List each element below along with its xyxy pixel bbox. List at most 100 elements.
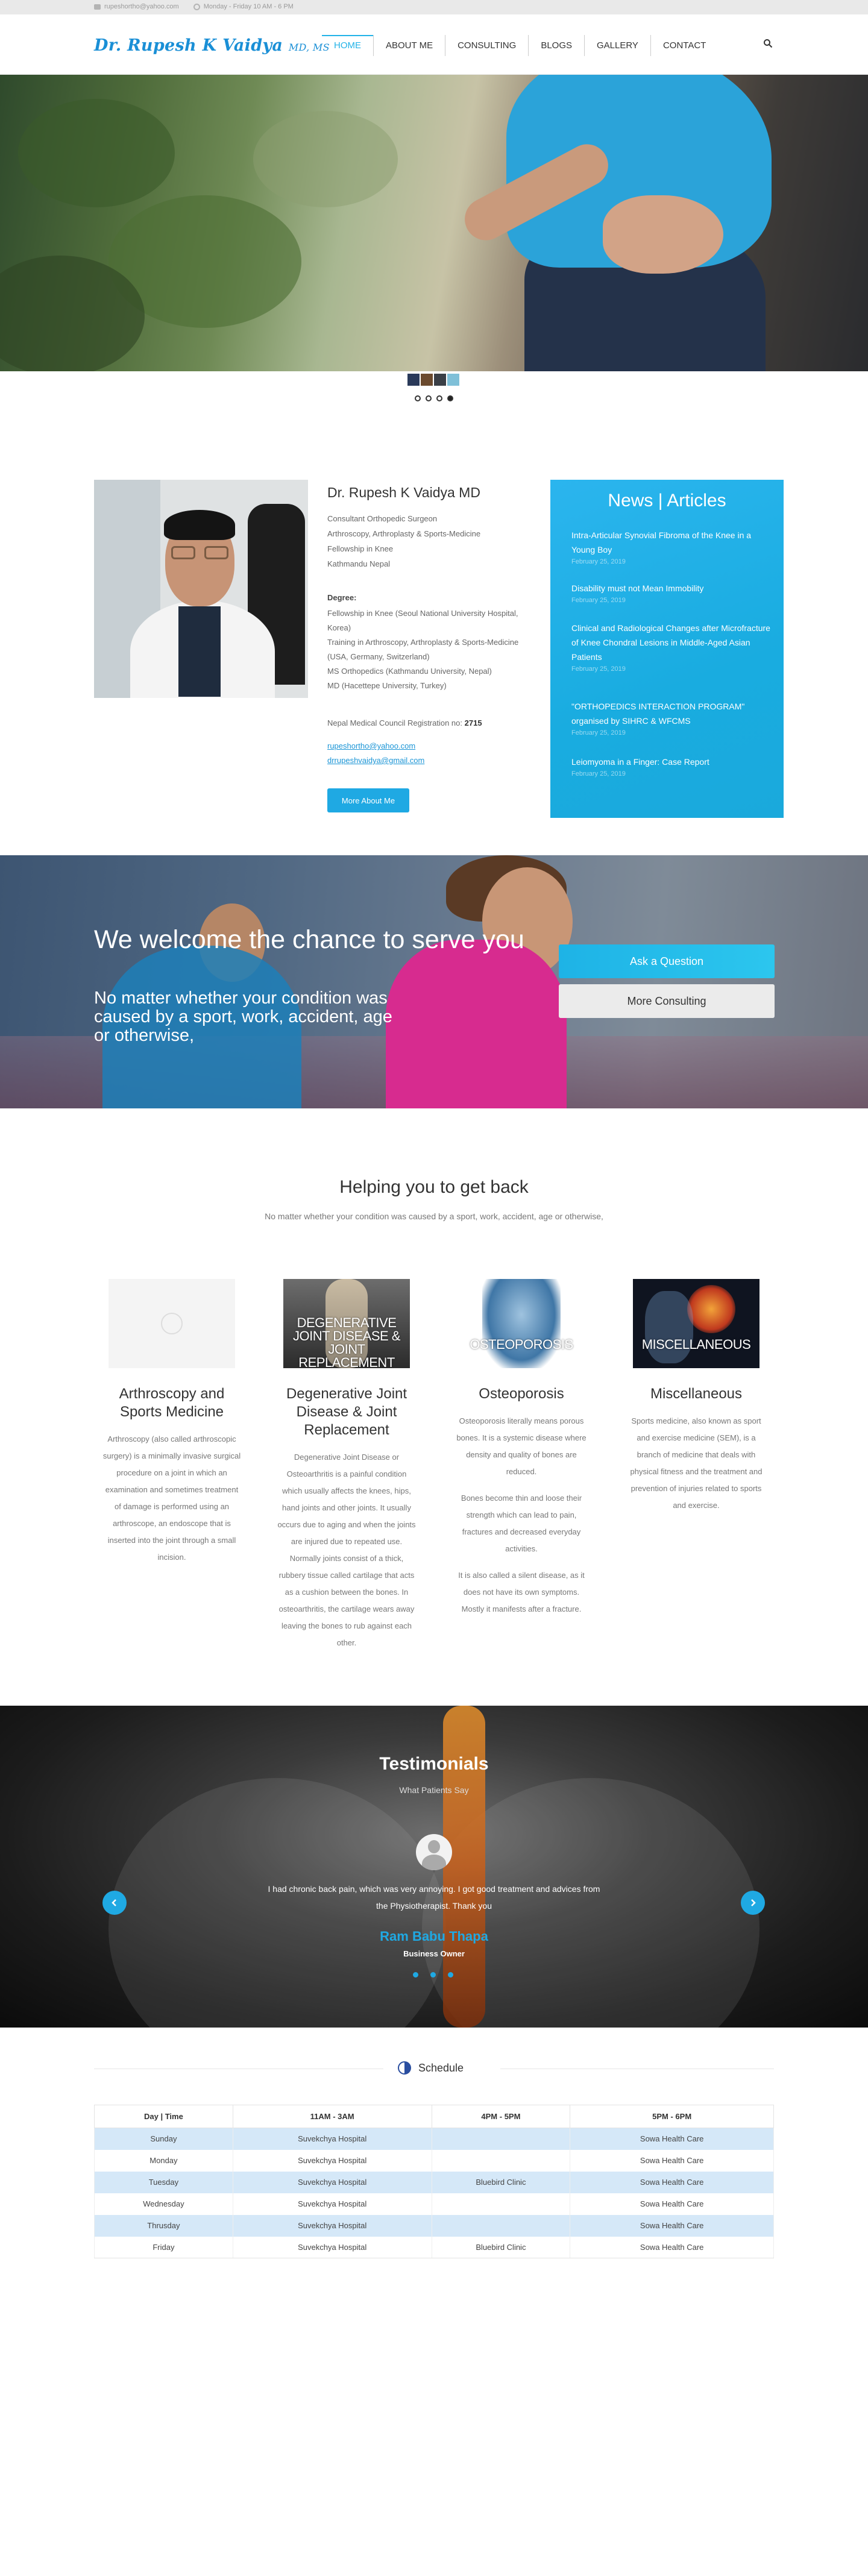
table-cell: Friday (94, 2236, 233, 2258)
news-item-title[interactable]: Leiomyoma in a Finger: Case Report (571, 755, 770, 769)
table-row: Wednesday Suvekchya Hospital Sowa Health… (94, 2193, 774, 2215)
doctor-photo (94, 480, 308, 698)
table-cell: Suvekchya Hospital (232, 2128, 432, 2150)
table-cell: Sunday (94, 2128, 233, 2150)
clock-icon (193, 3, 200, 10)
table-cell: Sowa Health Care (570, 2193, 774, 2215)
slide-thumb-4[interactable] (447, 374, 459, 386)
slide-thumb-2[interactable] (421, 374, 433, 386)
ask-question-button[interactable]: Ask a Question (559, 944, 775, 978)
service-image-caption: MISCELLANEOUS (641, 1337, 751, 1352)
table-cell: Suvekchya Hospital (232, 2236, 432, 2258)
doctor-titles: Consultant Orthopedic Surgeon Arthroscop… (327, 511, 480, 571)
email-link-2[interactable]: drrupeshvaidya@gmail.com (327, 756, 424, 765)
news-item-date: February 25, 2019 (571, 665, 626, 673)
table-cell: Bluebird Clinic (431, 2236, 571, 2258)
service-title: Miscellaneous (650, 1386, 743, 1402)
slider-dots (415, 395, 453, 401)
news-item[interactable]: Disability must not Mean Immobility Febr… (571, 581, 770, 604)
testimonials-section: Testimonials What Patients Say I had chr… (0, 1706, 868, 2028)
prev-testimonial-button[interactable] (102, 1891, 127, 1915)
nav-consulting[interactable]: CONSULTING (445, 34, 528, 56)
degree-line: Training in Arthroscopy, Arthroplasty & … (327, 638, 519, 661)
table-cell (431, 2149, 571, 2172)
table-row: Thrusday Suvekchya Hospital Sowa Health … (94, 2214, 774, 2237)
doctor-title-line: Fellowship in Knee (327, 544, 394, 553)
slider-dot-3[interactable] (436, 395, 442, 401)
service-title: Degenerative Joint Disease & Joint Repla… (286, 1386, 407, 1438)
registration-value: 2715 (464, 718, 482, 727)
news-item[interactable]: Intra-Articular Synovial Fibroma of the … (571, 528, 770, 565)
chevron-left-icon (112, 1899, 116, 1906)
news-item-title[interactable]: Disability must not Mean Immobility (571, 581, 770, 595)
table-cell: Monday (94, 2149, 233, 2172)
slider-dot-2[interactable] (426, 395, 432, 401)
helping-title: Helping you to get back (339, 1177, 529, 1197)
welcome-heading: We welcome the chance to serve you (94, 925, 524, 954)
slide-thumb-1[interactable] (407, 374, 420, 386)
main-nav: HOME ABOUT ME CONSULTING BLOGS GALLERY C… (322, 33, 718, 58)
service-description: Osteoporosis literally means porous bone… (456, 1416, 587, 1476)
table-cell: Sowa Health Care (570, 2128, 774, 2150)
news-title: News | Articles (608, 491, 726, 510)
slider-dot-4[interactable] (447, 395, 453, 401)
testimonial-dot-2[interactable] (430, 1972, 436, 1978)
news-item[interactable]: Leiomyoma in a Finger: Case Report Febru… (571, 755, 770, 778)
news-item[interactable]: "ORTHOPEDICS INTERACTION PROGRAM" organi… (571, 699, 770, 737)
top-bar: rupeshortho@yahoo.com Monday - Friday 10… (0, 0, 868, 14)
site-logo[interactable]: Dr. Rupesh K Vaidya MD, MS (94, 36, 330, 55)
welcome-banner: We welcome the chance to serve you No ma… (0, 855, 868, 1108)
service-description: Sports medicine, also known as sport and… (630, 1416, 763, 1510)
more-about-me-button[interactable]: More About Me (327, 788, 409, 812)
news-item-title[interactable]: Clinical and Radiological Changes after … (571, 621, 770, 664)
service-image-caption: OSTEOPOROSIS (470, 1337, 573, 1352)
hero-slider (0, 75, 868, 371)
next-testimonial-button[interactable] (741, 1891, 765, 1915)
chevron-right-icon (751, 1899, 756, 1906)
logo-name: Dr. Rupesh K Vaidya (94, 36, 283, 55)
slider-thumbnails (407, 374, 459, 386)
table-cell: Suvekchya Hospital (232, 2193, 432, 2215)
slide-thumb-3[interactable] (434, 374, 446, 386)
news-item-date: February 25, 2019 (571, 597, 626, 604)
testimonial-dot-1[interactable] (413, 1972, 418, 1978)
testimonial-dot-3[interactable] (448, 1972, 453, 1978)
news-panel: News | Articles Intra-Articular Synovial… (550, 480, 784, 818)
welcome-subheading: No matter whether your condition was cau… (94, 988, 392, 1045)
news-item-date: February 25, 2019 (571, 729, 626, 737)
column-header: Day | Time (94, 2105, 233, 2128)
more-consulting-button[interactable]: More Consulting (559, 984, 775, 1018)
testimonial-role: Business Owner (403, 1949, 465, 1958)
testimonials-title: Testimonials (379, 1754, 489, 1774)
email-link-1[interactable]: rupeshortho@yahoo.com (327, 741, 415, 750)
slider-dot-1[interactable] (415, 395, 421, 401)
topbar-hours: Monday - Friday 10 AM - 6 PM (203, 3, 294, 10)
service-image-loading (108, 1279, 235, 1368)
news-item[interactable]: Clinical and Radiological Changes after … (571, 621, 770, 673)
table-cell: Sowa Health Care (570, 2171, 774, 2193)
search-icon[interactable] (763, 39, 773, 48)
service-card: DEGENERATIVE JOINT DISEASE & JOINT REPLA… (277, 1279, 416, 1651)
nav-home[interactable]: HOME (322, 34, 373, 56)
table-row: Tuesday Suvekchya Hospital Bluebird Clin… (94, 2171, 774, 2193)
table-cell: Sowa Health Care (570, 2214, 774, 2237)
service-card: MISCELLANEOUS Miscellaneous Sports medic… (627, 1279, 766, 1514)
nav-blogs[interactable]: BLOGS (528, 34, 584, 56)
table-cell: Wednesday (94, 2193, 233, 2215)
column-header: 11AM - 3AM (232, 2105, 432, 2128)
service-card: OSTEOPOROSIS Osteoporosis Osteoporosis l… (452, 1279, 591, 1618)
doctor-title-line: Kathmandu Nepal (327, 559, 391, 568)
nav-about-me[interactable]: ABOUT ME (373, 34, 445, 56)
news-item-date: February 25, 2019 (571, 558, 626, 565)
topbar-email[interactable]: rupeshortho@yahoo.com (104, 3, 179, 10)
helping-subtitle: No matter whether your condition was cau… (265, 1211, 603, 1221)
nav-contact[interactable]: CONTACT (650, 34, 718, 56)
news-item-title[interactable]: "ORTHOPEDICS INTERACTION PROGRAM" organi… (571, 699, 770, 728)
nav-gallery[interactable]: GALLERY (584, 34, 650, 56)
table-header-row: Day | Time 11AM - 3AM 4PM - 5PM 5PM - 6P… (94, 2105, 774, 2128)
table-cell: Tuesday (94, 2171, 233, 2193)
news-item-title[interactable]: Intra-Articular Synovial Fibroma of the … (571, 528, 770, 557)
table-cell (431, 2214, 571, 2237)
table-cell (431, 2128, 571, 2150)
degree-heading: Degree: (327, 593, 357, 602)
